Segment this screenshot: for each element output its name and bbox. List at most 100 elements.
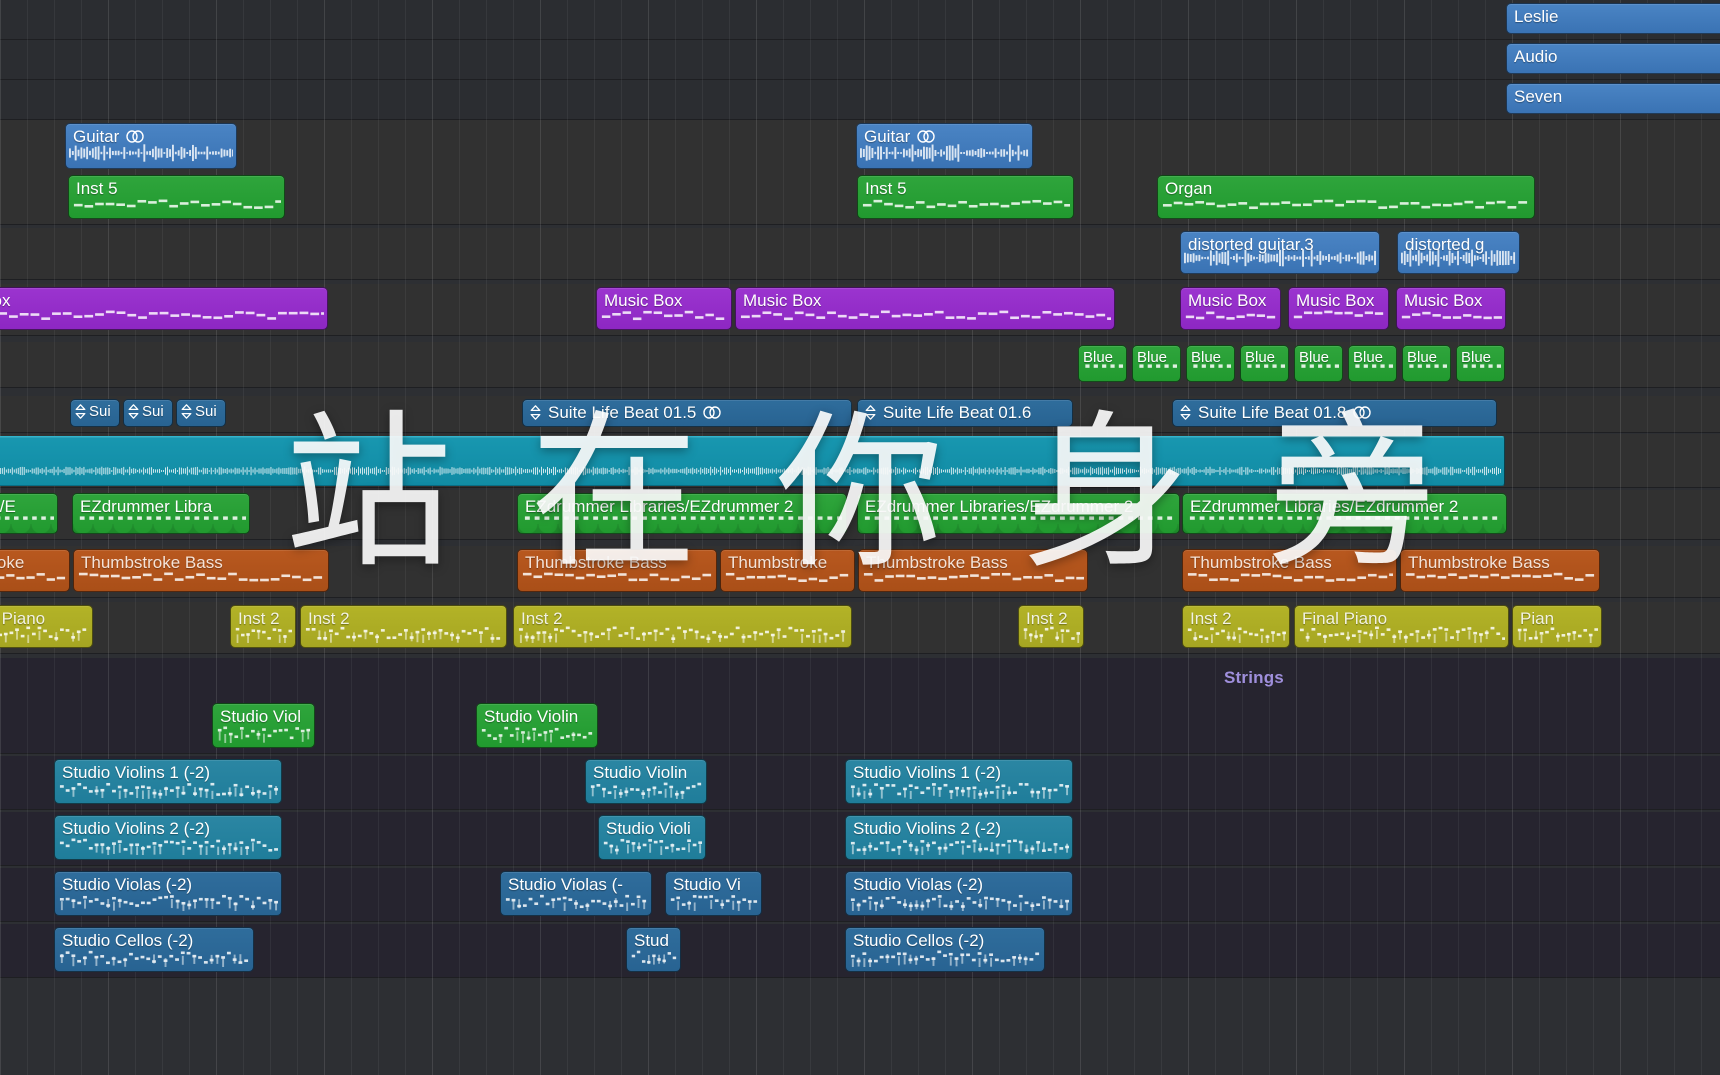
region-cellos-b[interactable]: Stud (626, 927, 681, 972)
region-ezdrummer-4[interactable]: EZdrummer Libraries/EZdrummer 2 (1182, 493, 1507, 534)
region-suite-01-5[interactable]: Suite Life Beat 01.5 (522, 399, 852, 427)
region-leslie[interactable]: Leslie (1506, 3, 1720, 34)
region-thumb-1[interactable]: Thumbstroke Bass (73, 549, 329, 592)
region-ezdrummer-2[interactable]: EZdrummer Libraries/EZdrummer 2 (517, 493, 847, 534)
region-suite-c[interactable]: Sui (176, 399, 226, 427)
region-violas-c[interactable]: Studio Vi (665, 871, 762, 916)
region-inst2-1[interactable]: Inst 2 (230, 605, 296, 648)
region-violins2-c[interactable]: Studio Violins 2 (-2) (845, 815, 1073, 860)
daw-timeline-canvas[interactable]: Leslie Audio Seven Guitar Guitar Inst 5 Inst 5… (0, 0, 1720, 1075)
region-music-box-3[interactable]: Music Box (1180, 287, 1281, 330)
region-title: ies/E (0, 496, 53, 517)
region-cellos-a[interactable]: Studio Cellos (-2) (54, 927, 254, 972)
region-label: EZdrummer Libra (80, 497, 213, 516)
region-seven[interactable]: Seven (1506, 83, 1720, 114)
region-label: distorted g (1405, 235, 1485, 254)
region-blue-4[interactable]: Blue (1240, 345, 1289, 382)
region-inst2-2[interactable]: Inst 2 (300, 605, 507, 648)
region-guitar-1[interactable]: Guitar (65, 123, 237, 169)
region-label: Blue (1461, 349, 1492, 366)
region-organ[interactable]: Organ (1157, 175, 1535, 219)
region-music-box-1[interactable]: Music Box (596, 287, 732, 330)
region-label: Inst 2 (308, 609, 350, 628)
region-inst5-1[interactable]: Inst 5 (68, 175, 285, 219)
region-violins2-a[interactable]: Studio Violins 2 (-2) (54, 815, 282, 860)
region-title: Studio Cellos (-2) (62, 930, 249, 951)
region-music-box-2[interactable]: Music Box (735, 287, 1115, 330)
region-studio-violin-b[interactable]: Studio Violin (476, 703, 598, 748)
region-inst2-3[interactable]: Inst 2 (513, 605, 852, 648)
region-thumb-5[interactable]: Thumbstroke Bass (1182, 549, 1397, 592)
region-blue-2[interactable]: Blue (1132, 345, 1181, 382)
region-suite-a[interactable]: Sui (70, 399, 120, 427)
region-title: Final Piano (1302, 608, 1504, 629)
region-label: Studio Violas (- (508, 875, 623, 894)
region-ezdrummer-1[interactable]: EZdrummer Libra (72, 493, 250, 534)
track-audio[interactable] (0, 40, 1720, 80)
region-title: distorted guitar.3 (1188, 234, 1375, 255)
region-title: Pian (1520, 608, 1597, 629)
region-violins1-c[interactable]: Studio Violins 1 (-2) (845, 759, 1073, 804)
region-music-box-4[interactable]: Music Box (1288, 287, 1389, 330)
region-distorted-guitar-3[interactable]: distorted guitar.3 (1180, 231, 1380, 274)
region-ezdrummer-3[interactable]: EZdrummer Libraries/EZdrummer 2 (857, 493, 1180, 534)
region-title: Studio Viol (220, 706, 310, 727)
region-thumb-2[interactable]: Thumbstroke Bass (517, 549, 717, 592)
region-title: Studio Violins 1 (-2) (62, 762, 277, 783)
region-title: Blue (1191, 347, 1230, 368)
region-grand-piano[interactable]: nd Piano (0, 605, 93, 648)
region-inst2-4[interactable]: Inst 2 (1018, 605, 1084, 648)
region-distorted-guitar-4[interactable]: distorted g (1397, 231, 1520, 274)
region-blue-5[interactable]: Blue (1294, 345, 1343, 382)
region-title: Suite Life Beat 01.6 (865, 402, 1068, 423)
region-title: c Box (0, 290, 323, 311)
region-label: Thumbstroke (728, 553, 828, 572)
region-blue-7[interactable]: Blue (1402, 345, 1451, 382)
track-seven[interactable] (0, 80, 1720, 120)
region-violins2-b[interactable]: Studio Violi (598, 815, 706, 860)
region-blue-3[interactable]: Blue (1186, 345, 1235, 382)
region-title: Studio Violins 1 (-2) (853, 762, 1068, 783)
region-label: Studio Violins 1 (-2) (853, 763, 1002, 782)
region-thumb-3[interactable]: Thumbstroke (720, 549, 855, 592)
region-final-piano[interactable]: Final Piano (1294, 605, 1509, 648)
region-blue-1[interactable]: Blue (1078, 345, 1127, 382)
region-violas-a[interactable]: Studio Violas (-2) (54, 871, 282, 916)
region-title: Blue (1407, 347, 1446, 368)
region-title: Blue (1461, 347, 1500, 368)
region-cellos-c[interactable]: Studio Cellos (-2) (845, 927, 1045, 972)
region-violas-b[interactable]: Studio Violas (- (500, 871, 652, 916)
region-label: Blue (1299, 349, 1330, 366)
region-thumb-0[interactable]: stroke (0, 549, 70, 592)
region-label: Music Box (1404, 291, 1483, 310)
region-title: stroke (0, 552, 65, 573)
region-ezdrummer-0[interactable]: ies/E (0, 493, 58, 534)
region-thumb-4[interactable]: Thumbstroke Bass (858, 549, 1088, 592)
region-music-box-5[interactable]: Music Box (1396, 287, 1506, 330)
region-blue-8[interactable]: Blue (1456, 345, 1505, 382)
region-title: Blue (1083, 347, 1122, 368)
region-suite-01-8[interactable]: Suite Life Beat 01.8 (1172, 399, 1497, 427)
track-leslie[interactable] (0, 0, 1720, 40)
region-title: Studio Violins 2 (-2) (853, 818, 1068, 839)
region-inst5-2[interactable]: Inst 5 (857, 175, 1074, 219)
region-piano-last[interactable]: Pian (1512, 605, 1602, 648)
region-audio[interactable]: Audio (1506, 43, 1720, 74)
region-music-box-0[interactable]: c Box (0, 287, 328, 330)
region-title: Studio Violas (-2) (853, 874, 1068, 895)
region-title: Blue (1353, 347, 1392, 368)
region-studio-violin-a[interactable]: Studio Viol (212, 703, 315, 748)
region-violins1-b[interactable]: Studio Violin (585, 759, 707, 804)
region-thumb-6[interactable]: Thumbstroke Bass (1400, 549, 1600, 592)
region-inst2-5[interactable]: Inst 2 (1182, 605, 1290, 648)
region-title: Studio Violin (484, 706, 593, 727)
region-suite-01-6[interactable]: Suite Life Beat 01.6 (857, 399, 1073, 427)
lane-divider (0, 653, 1720, 654)
marker-strings[interactable]: Strings (1224, 668, 1284, 688)
region-blue-6[interactable]: Blue (1348, 345, 1397, 382)
region-violins1-a[interactable]: Studio Violins 1 (-2) (54, 759, 282, 804)
region-master-mix[interactable] (0, 436, 1505, 486)
region-guitar-2[interactable]: Guitar (856, 123, 1033, 169)
region-violas-d[interactable]: Studio Violas (-2) (845, 871, 1073, 916)
region-suite-b[interactable]: Sui (123, 399, 173, 427)
